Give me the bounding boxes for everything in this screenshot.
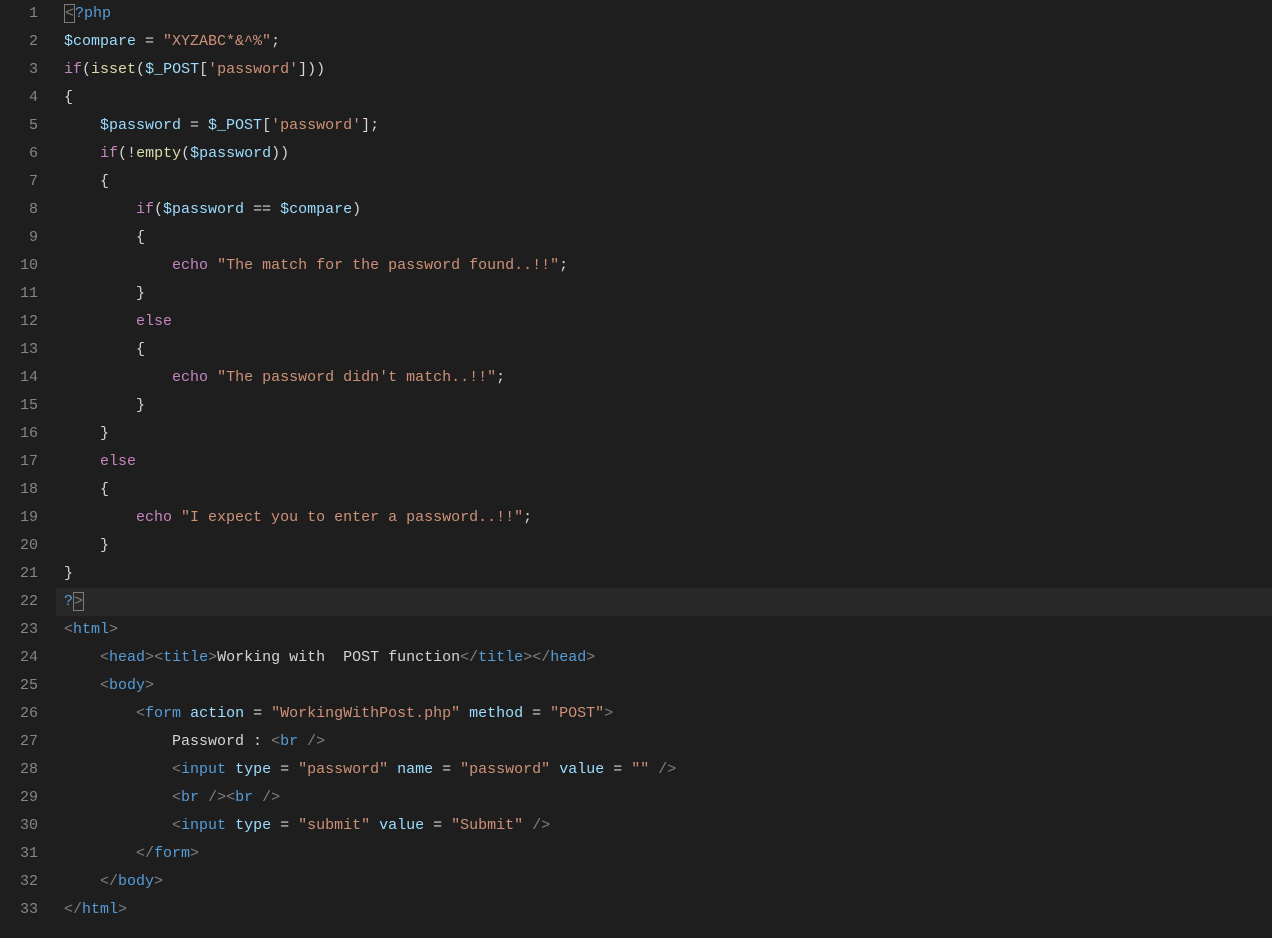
line-number: 6: [12, 140, 38, 168]
line-number: 10: [12, 252, 38, 280]
code-line[interactable]: }: [64, 280, 1272, 308]
line-number: 12: [12, 308, 38, 336]
code-line[interactable]: <?php: [64, 0, 1272, 28]
line-number: 20: [12, 532, 38, 560]
code-area[interactable]: <?php $compare = "XYZABC*&^%"; if(isset(…: [56, 0, 1272, 938]
code-line[interactable]: {: [64, 84, 1272, 112]
code-line[interactable]: if($password == $compare): [64, 196, 1272, 224]
code-line[interactable]: if(!empty($password)): [64, 140, 1272, 168]
line-number: 15: [12, 392, 38, 420]
code-line[interactable]: if(isset($_POST['password'])): [64, 56, 1272, 84]
code-line[interactable]: echo "The password didn't match..!!";: [64, 364, 1272, 392]
line-number: 17: [12, 448, 38, 476]
line-number: 32: [12, 868, 38, 896]
code-line[interactable]: Password : <br />: [64, 728, 1272, 756]
code-line[interactable]: }: [64, 392, 1272, 420]
line-number: 16: [12, 420, 38, 448]
code-line[interactable]: <input type = "password" name = "passwor…: [64, 756, 1272, 784]
line-number: 4: [12, 84, 38, 112]
code-line[interactable]: ?>: [64, 588, 1272, 616]
line-number: 30: [12, 812, 38, 840]
line-number: 27: [12, 728, 38, 756]
code-line[interactable]: else: [64, 448, 1272, 476]
code-line[interactable]: $password = $_POST['password'];: [64, 112, 1272, 140]
line-number: 19: [12, 504, 38, 532]
line-number: 11: [12, 280, 38, 308]
code-line[interactable]: <br /><br />: [64, 784, 1272, 812]
line-number: 18: [12, 476, 38, 504]
code-line[interactable]: }: [64, 532, 1272, 560]
code-line[interactable]: <html>: [64, 616, 1272, 644]
line-number: 28: [12, 756, 38, 784]
code-line[interactable]: {: [64, 168, 1272, 196]
code-line[interactable]: {: [64, 224, 1272, 252]
code-line[interactable]: }: [64, 560, 1272, 588]
code-line[interactable]: <body>: [64, 672, 1272, 700]
line-number: 24: [12, 644, 38, 672]
code-line[interactable]: </form>: [64, 840, 1272, 868]
line-number: 9: [12, 224, 38, 252]
line-number: 33: [12, 896, 38, 924]
code-line[interactable]: <head><title>Working with POST function<…: [64, 644, 1272, 672]
line-number: 5: [12, 112, 38, 140]
code-line[interactable]: </html>: [64, 896, 1272, 924]
code-line[interactable]: <input type = "submit" value = "Submit" …: [64, 812, 1272, 840]
line-number: 14: [12, 364, 38, 392]
line-number: 25: [12, 672, 38, 700]
code-line[interactable]: }: [64, 420, 1272, 448]
line-number: 26: [12, 700, 38, 728]
line-number: 3: [12, 56, 38, 84]
line-number: 1: [12, 0, 38, 28]
code-line[interactable]: {: [64, 336, 1272, 364]
line-number-gutter: 1234567891011121314151617181920212223242…: [0, 0, 56, 938]
line-number: 8: [12, 196, 38, 224]
code-line[interactable]: $compare = "XYZABC*&^%";: [64, 28, 1272, 56]
line-number: 2: [12, 28, 38, 56]
line-number: 23: [12, 616, 38, 644]
line-number: 29: [12, 784, 38, 812]
code-editor: 1234567891011121314151617181920212223242…: [0, 0, 1272, 938]
line-number: 21: [12, 560, 38, 588]
code-line[interactable]: </body>: [64, 868, 1272, 896]
code-line[interactable]: echo "The match for the password found..…: [64, 252, 1272, 280]
line-number: 31: [12, 840, 38, 868]
line-number: 7: [12, 168, 38, 196]
line-number: 13: [12, 336, 38, 364]
code-line[interactable]: <form action = "WorkingWithPost.php" met…: [64, 700, 1272, 728]
code-line[interactable]: echo "I expect you to enter a password..…: [64, 504, 1272, 532]
code-line[interactable]: {: [64, 476, 1272, 504]
code-line[interactable]: else: [64, 308, 1272, 336]
line-number: 22: [12, 588, 38, 616]
